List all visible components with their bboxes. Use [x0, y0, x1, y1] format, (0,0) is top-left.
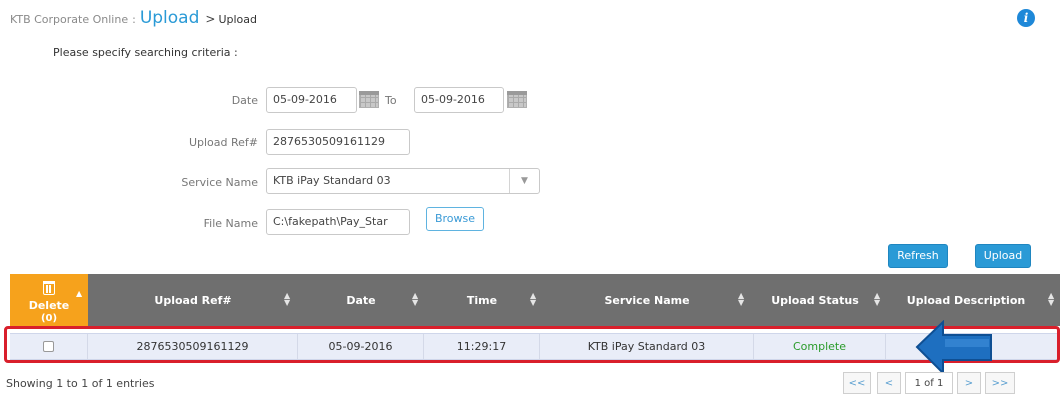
- pager-page-indicator: 1 of 1: [905, 372, 953, 394]
- sort-icon[interactable]: ▲ ▼: [284, 292, 290, 307]
- breadcrumb: KTB Corporate Online : Upload > Upload: [10, 8, 257, 30]
- pager-next-button[interactable]: >: [957, 372, 981, 394]
- sort-icon[interactable]: ▲ ▼: [412, 292, 418, 307]
- sort-icon[interactable]: ▲ ▼: [530, 292, 536, 307]
- column-header-upload-status[interactable]: Upload Status ▲ ▼: [754, 274, 886, 326]
- left-arrow-icon: [915, 320, 992, 375]
- service-name-select[interactable]: KTB iPay Standard 03 ▼: [266, 168, 540, 194]
- entries-info: Showing 1 to 1 of 1 entries: [6, 377, 155, 390]
- column-header-label: Upload Description: [906, 293, 1026, 307]
- breadcrumb-current-page: Upload: [218, 13, 257, 26]
- column-header-upload-ref[interactable]: Upload Ref# ▲ ▼: [88, 274, 298, 326]
- pager-last-button[interactable]: >>: [985, 372, 1015, 394]
- criteria-title: Please specify searching criteria :: [53, 46, 238, 59]
- refresh-button[interactable]: Refresh: [888, 244, 948, 268]
- browse-button[interactable]: Browse: [426, 207, 484, 231]
- file-name-input[interactable]: C:\fakepath\Pay_Star: [266, 209, 410, 235]
- column-header-label: Upload Status: [771, 293, 859, 307]
- column-header-date[interactable]: Date ▲ ▼: [298, 274, 424, 326]
- pager-prev-button[interactable]: <: [877, 372, 901, 394]
- file-name-label: File Name: [203, 217, 258, 230]
- column-header-upload-description[interactable]: Upload Description ▲ ▼: [886, 274, 1060, 326]
- upload-button[interactable]: Upload: [975, 244, 1031, 268]
- sort-icon[interactable]: ▲ ▼: [738, 292, 744, 307]
- calendar-icon[interactable]: [359, 91, 379, 108]
- sort-icon[interactable]: ▲ ▼: [874, 292, 880, 307]
- calendar-icon[interactable]: [507, 91, 527, 108]
- date-to-input[interactable]: 05-09-2016: [414, 87, 504, 113]
- column-header-label: Service Name: [604, 293, 690, 307]
- service-name-value: KTB iPay Standard 03: [273, 174, 391, 187]
- service-name-label: Service Name: [181, 176, 258, 189]
- breadcrumb-separator: :: [132, 13, 136, 26]
- trash-icon: [43, 280, 55, 295]
- info-icon[interactable]: i: [1017, 9, 1035, 27]
- row-highlight-box: [4, 326, 1060, 363]
- column-header-label: Time: [466, 293, 498, 307]
- upload-ref-input[interactable]: 2876530509161129: [266, 129, 410, 155]
- breadcrumb-section-link[interactable]: Upload: [140, 8, 200, 28]
- delete-count: (0): [40, 312, 58, 324]
- chevron-down-icon[interactable]: ▼: [509, 169, 539, 193]
- sort-icon[interactable]: ▲ ▼: [1048, 292, 1054, 307]
- grid-header: Delete (0) ▲ Upload Ref# ▲ ▼ Date ▲ ▼ Time…: [10, 274, 1060, 326]
- pager-first-button[interactable]: <<: [843, 372, 871, 394]
- date-from-input[interactable]: 05-09-2016: [266, 87, 357, 113]
- column-header-label: Date: [346, 293, 376, 307]
- date-label: Date: [231, 94, 258, 107]
- breadcrumb-app-name: KTB Corporate Online: [10, 13, 129, 26]
- breadcrumb-arrow: >: [205, 12, 216, 26]
- column-header-time[interactable]: Time ▲ ▼: [424, 274, 540, 326]
- column-header-label: Upload Ref#: [154, 293, 232, 307]
- column-header-service-name[interactable]: Service Name ▲ ▼: [540, 274, 754, 326]
- to-label: To: [385, 94, 397, 107]
- delete-column-header[interactable]: Delete (0) ▲: [10, 274, 88, 326]
- upload-ref-label: Upload Ref#: [188, 136, 258, 149]
- delete-header-label: Delete: [28, 298, 70, 312]
- caret-up-icon: ▲: [76, 289, 83, 298]
